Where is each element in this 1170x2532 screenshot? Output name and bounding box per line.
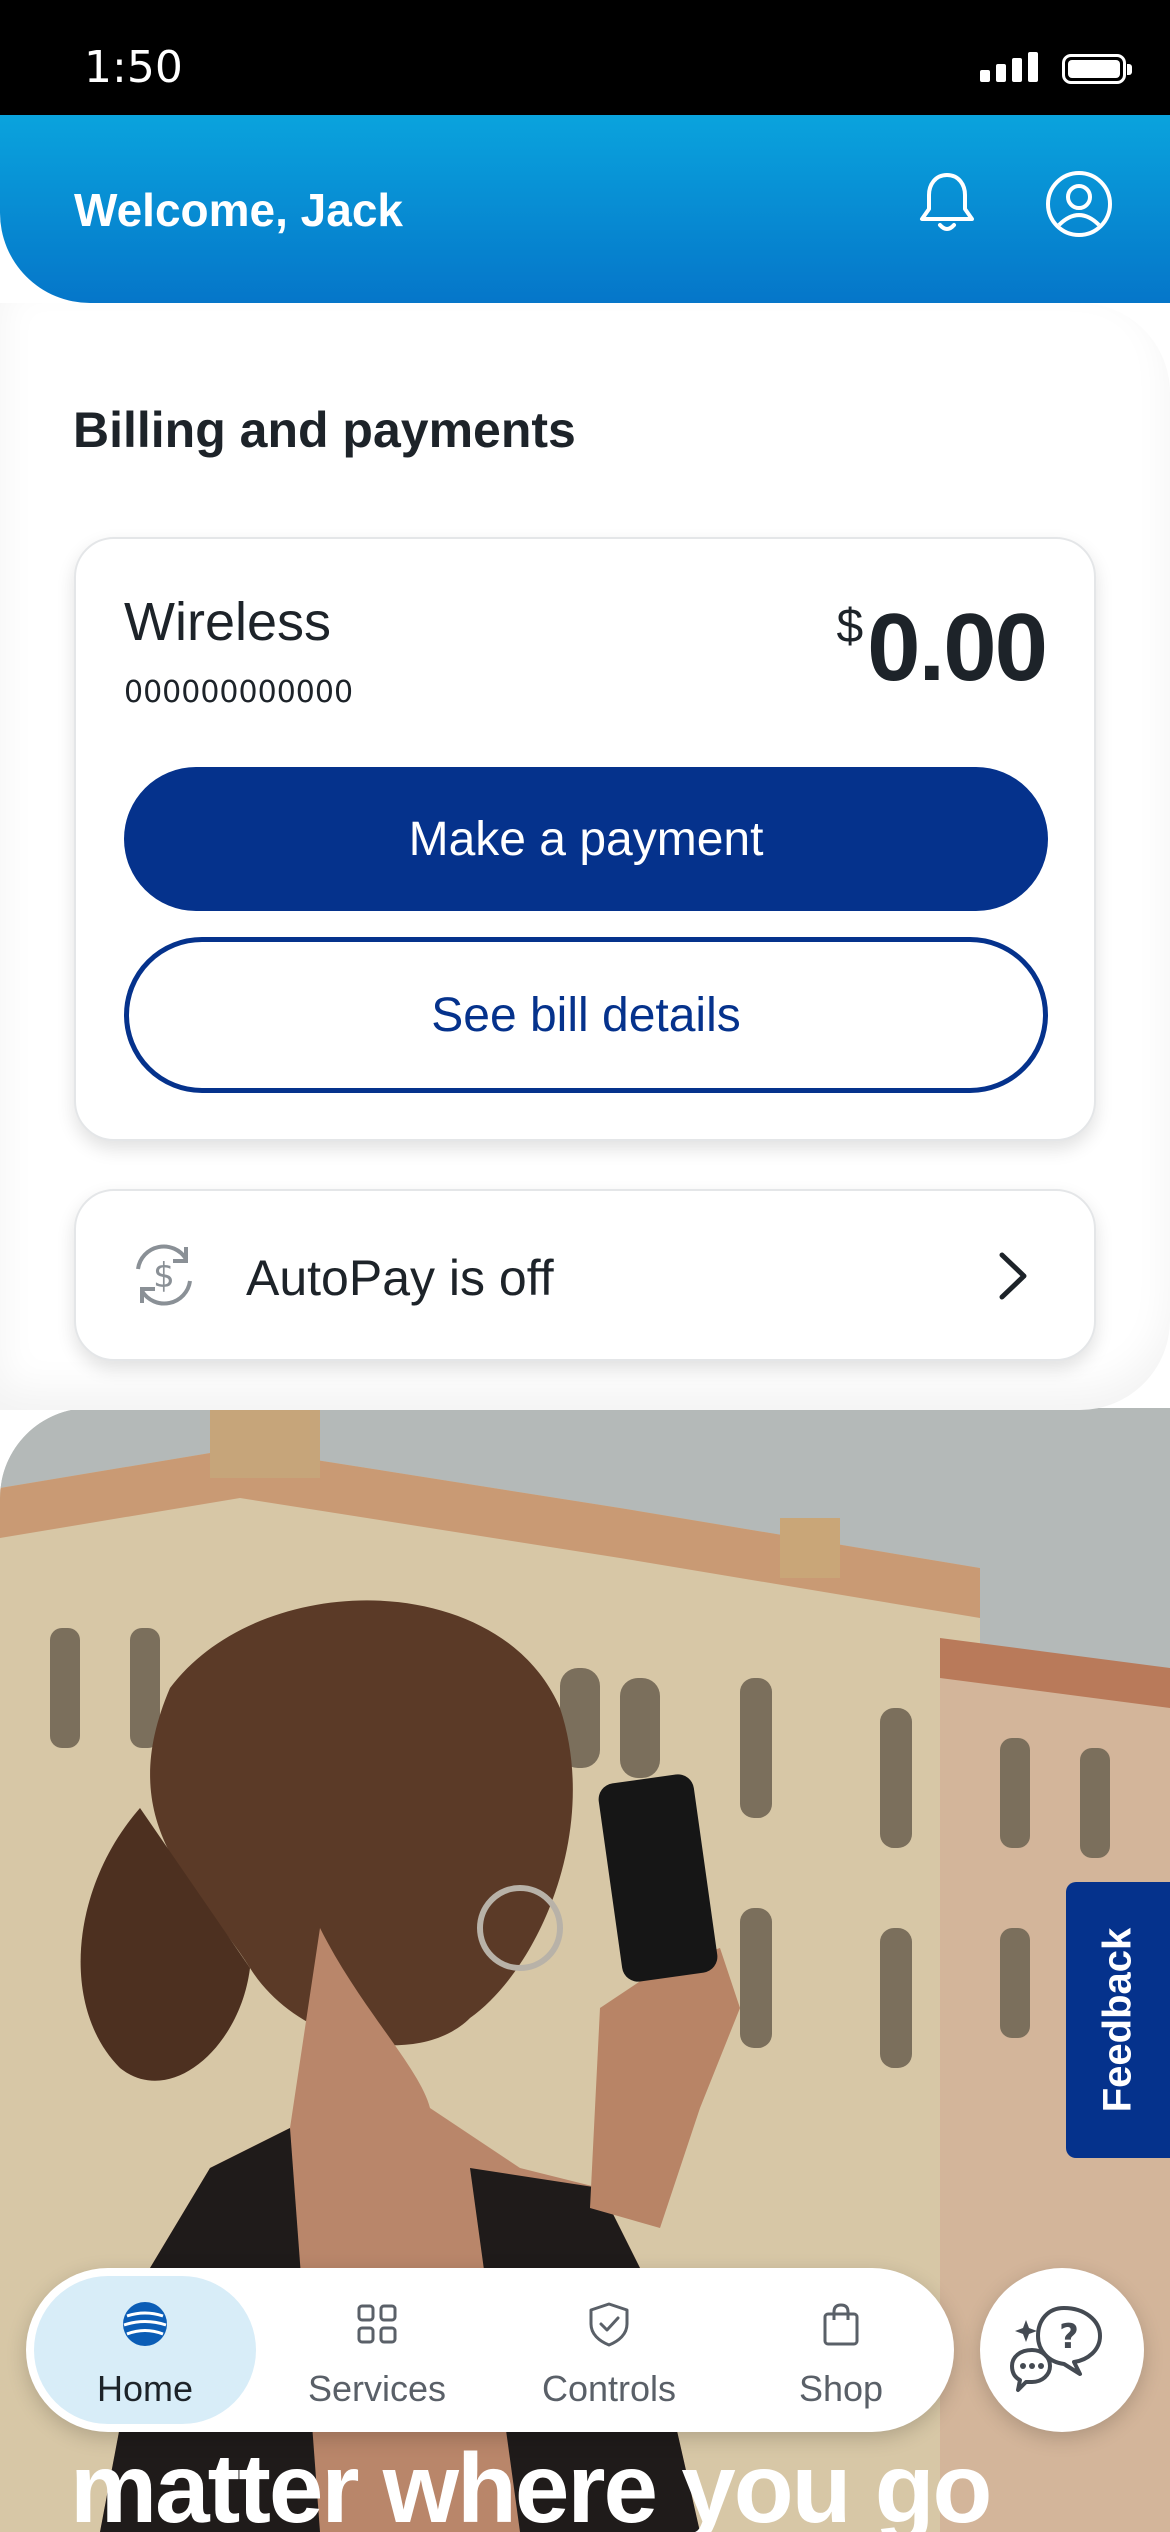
- chat-question-icon: ?: [1010, 2306, 1102, 2392]
- header: Welcome, Jack: [0, 115, 1170, 303]
- grid-icon: [353, 2300, 401, 2348]
- chat-assistant-button[interactable]: ?: [980, 2268, 1144, 2432]
- billing-section-title: Billing and payments: [73, 402, 576, 458]
- tab-controls-label: Controls: [541, 2368, 677, 2409]
- bottom-tab-bar: Home Services Controls Shop: [26, 2268, 954, 2432]
- tab-services-label: Services: [307, 2368, 447, 2409]
- autopay-dollar-cycle-icon: $: [124, 1235, 204, 1315]
- status-bar: 1:50: [0, 0, 1170, 115]
- battery-cap: [1127, 64, 1132, 75]
- account-number: 000000000000: [124, 675, 354, 710]
- currency-symbol: $: [836, 600, 864, 653]
- tab-home[interactable]: Home: [34, 2276, 256, 2424]
- hero-tagline: matter where you go: [70, 2433, 992, 2532]
- att-globe-icon: [121, 2300, 169, 2348]
- shield-check-icon: [585, 2300, 633, 2348]
- autopay-row[interactable]: $ AutoPay is off: [74, 1189, 1096, 1361]
- signal-icon: [980, 52, 1038, 82]
- battery-icon: [1062, 54, 1126, 84]
- tab-shop-label: Shop: [798, 2368, 884, 2409]
- svg-text:?: ?: [1059, 2317, 1079, 2357]
- amount-due: $ 0.00: [836, 593, 1048, 703]
- status-time: 1:50: [84, 42, 183, 93]
- feedback-label: Feedback: [1095, 1927, 1140, 2113]
- svg-text:$: $: [153, 1256, 175, 1296]
- shopping-bag-icon: [817, 2300, 865, 2348]
- tab-services[interactable]: Services: [266, 2276, 488, 2424]
- billing-panel: Billing and payments Wireless 0000000000…: [0, 303, 1170, 1410]
- chevron-right-icon: [986, 1249, 1036, 1303]
- make-payment-button[interactable]: Make a payment: [124, 767, 1048, 911]
- tab-shop[interactable]: Shop: [730, 2276, 952, 2424]
- wireless-bill-card: Wireless 000000000000 $ 0.00 Make a paym…: [74, 537, 1096, 1141]
- account-type: Wireless: [124, 592, 332, 652]
- see-bill-details-button[interactable]: See bill details: [124, 937, 1048, 1093]
- tab-home-label: Home: [96, 2368, 194, 2409]
- profile-icon[interactable]: [1044, 169, 1114, 239]
- amount-value: 0.00: [867, 594, 1048, 701]
- autopay-label: AutoPay is off: [246, 1250, 554, 1306]
- feedback-tab[interactable]: Feedback: [1066, 1882, 1170, 2158]
- welcome-title: Welcome, Jack: [74, 184, 404, 236]
- tab-controls[interactable]: Controls: [498, 2276, 720, 2424]
- bell-icon[interactable]: [912, 167, 982, 237]
